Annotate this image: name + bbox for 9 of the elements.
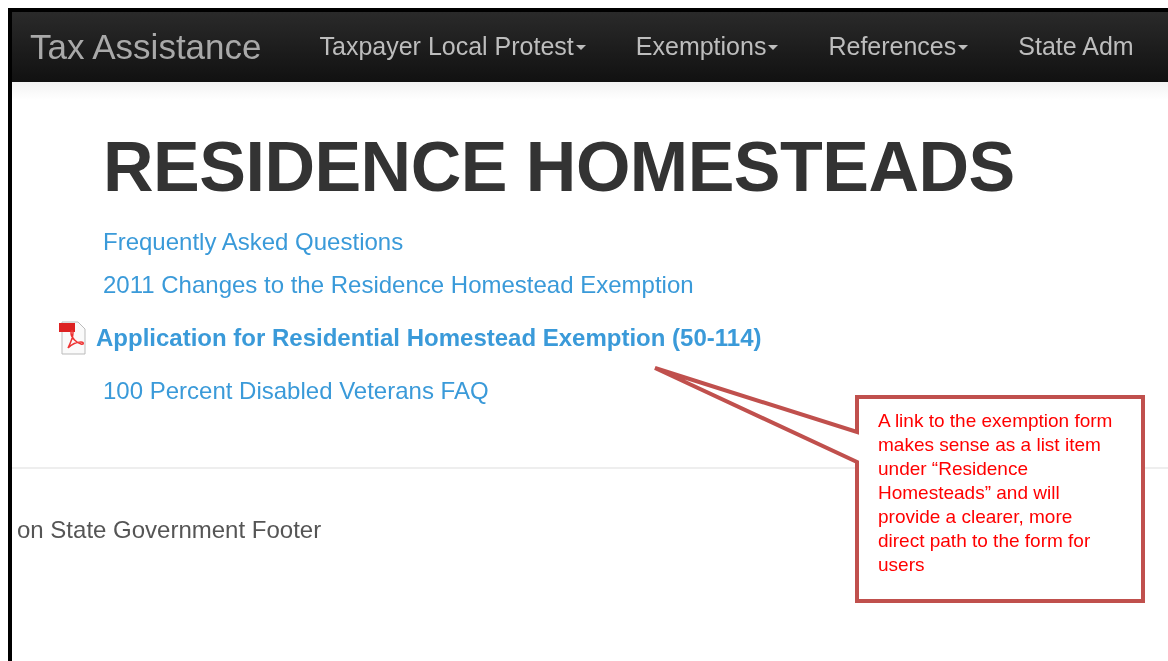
pdf-icon (58, 319, 88, 356)
nav-menu-item[interactable]: State Adm (1018, 28, 1134, 66)
page-heading: RESIDENCE HOMESTEADS (103, 132, 1016, 202)
nav-menu-item[interactable]: References (828, 28, 969, 66)
nav-menu-item[interactable]: Exemptions (635, 28, 779, 66)
callout-text: A link to the exemption form makes sense as a list item under “Residence Homesteads” and will provide a clearer, more direct path to the form for users (878, 409, 1114, 577)
footer-text: on State Government Footer (17, 515, 322, 545)
nav-menu-item[interactable]: Taxpayer Local Protest (319, 28, 586, 66)
site-title[interactable]: Tax Assistance (30, 20, 262, 74)
